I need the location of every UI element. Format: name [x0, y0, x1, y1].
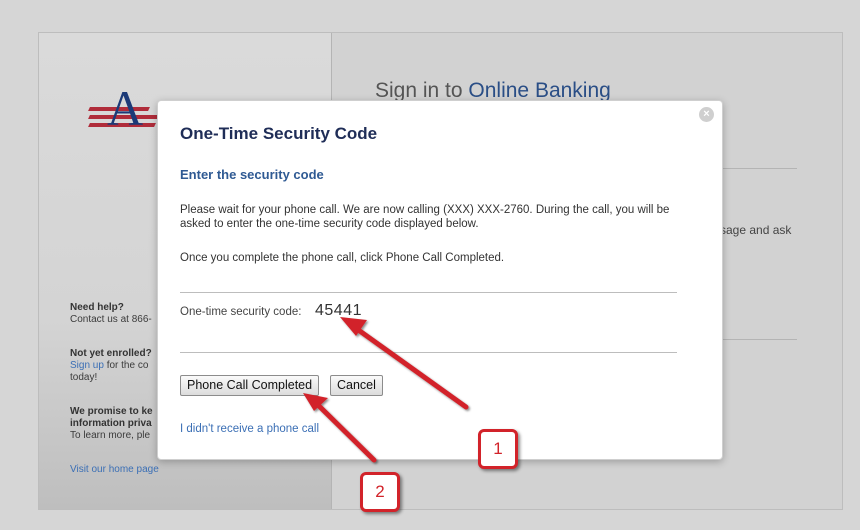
arrow-2	[303, 393, 377, 463]
callout-1-badge: 1	[478, 429, 518, 469]
arrow-1	[340, 317, 469, 410]
callout-2-badge: 2	[360, 472, 400, 512]
annotation-arrows	[303, 317, 469, 463]
